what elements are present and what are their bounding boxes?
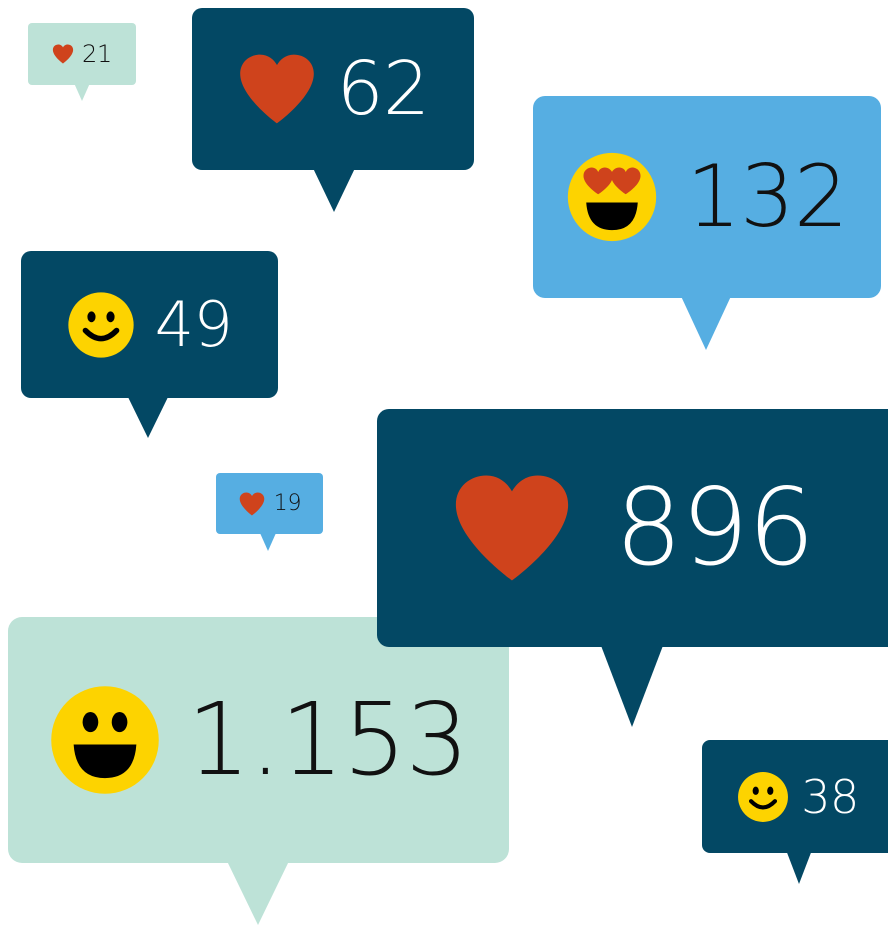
bubble-tail	[260, 533, 276, 551]
bubble-tail	[127, 395, 169, 438]
reaction-count: 62	[336, 46, 430, 132]
reaction-count: 132	[686, 147, 848, 247]
reaction-count: 38	[801, 769, 859, 824]
heart-icon	[238, 492, 266, 516]
bubble-content: 19	[238, 490, 302, 516]
bubble-content: 62	[237, 52, 430, 126]
heart-icon	[451, 473, 573, 583]
bubble-tail	[74, 83, 90, 101]
bubble-tail	[600, 643, 664, 727]
bubble-tail	[680, 294, 732, 350]
bubble-content: 49	[67, 291, 233, 359]
bubble-tail	[786, 850, 812, 884]
reaction-count: 1.153	[186, 681, 469, 798]
reaction-bubble-smiley-49: 49	[21, 251, 278, 438]
reaction-bubble-heart-21: 21	[28, 23, 136, 101]
heart-eyes-smiley-icon	[566, 151, 658, 243]
bubble-content: 38	[737, 771, 859, 823]
bubble-content: 1.153	[49, 681, 469, 798]
reaction-bubble-smiley-38: 38	[702, 740, 888, 884]
reaction-count: 896	[614, 466, 815, 589]
bubble-content: 21	[52, 42, 112, 66]
reaction-bubble-heart-62: 62	[192, 8, 474, 212]
reaction-count: 19	[273, 490, 302, 516]
smiley-icon	[737, 771, 789, 823]
reaction-bubble-heart-896: 896	[377, 409, 888, 727]
smiley-icon	[67, 291, 135, 359]
reaction-bubble-heart-19: 19	[216, 473, 323, 551]
reaction-count: 21	[81, 40, 113, 68]
grin-smiley-icon	[49, 684, 161, 796]
bubble-tail	[226, 859, 290, 925]
bubble-content: 132	[566, 147, 849, 247]
reaction-bubble-heart-eyes-132: 132	[533, 96, 881, 350]
reaction-bubble-grin-1153: 1.153	[8, 617, 509, 925]
heart-icon	[52, 44, 74, 64]
bubble-content: 896	[451, 466, 815, 589]
bubble-tail	[312, 166, 356, 212]
heart-icon	[237, 53, 317, 125]
reaction-count: 49	[154, 287, 233, 361]
